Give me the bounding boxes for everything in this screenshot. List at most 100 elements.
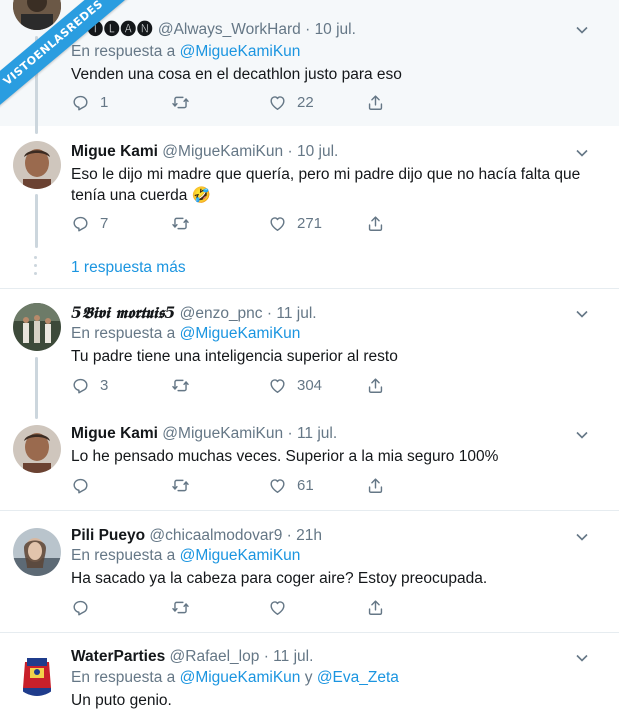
- reply-context: En respuesta a @MigueKamiKun y @Eva_Zeta: [71, 668, 399, 688]
- share-button[interactable]: [366, 91, 385, 113]
- tweet-text: Tu padre tiene una inteligencia superior…: [71, 348, 398, 365]
- reply-prefix: En respuesta a: [71, 669, 176, 686]
- display-name[interactable]: Pili Pueyo: [71, 527, 145, 544]
- tweet-text: Un puto genio.: [71, 692, 172, 709]
- user-handle[interactable]: @Rafael_lop: [170, 648, 260, 665]
- user-handle[interactable]: @MigueKamiKun: [162, 425, 283, 442]
- tweet-header: 5𝕭𝖎𝖛𝖎 𝖒𝖔𝖗𝖙𝖚𝖎𝖘5 @enzo_pnc · 11 jul.: [71, 303, 317, 324]
- display-name[interactable]: WaterParties: [71, 648, 165, 665]
- reply-button[interactable]: 3: [71, 374, 108, 396]
- reply-icon: [73, 478, 88, 493]
- like-button[interactable]: [268, 596, 297, 618]
- thread-dots: [34, 256, 38, 280]
- reply-prefix: En respuesta a: [71, 547, 176, 564]
- user-handle[interactable]: @chicaalmodovar9: [149, 527, 282, 544]
- share-icon: [368, 215, 383, 231]
- avatar[interactable]: [13, 425, 61, 473]
- share-icon: [368, 94, 383, 110]
- retweet-icon: [172, 379, 189, 391]
- tweet-card[interactable]: Migue Kami @MigueKamiKun · 10 jul. Eso l…: [0, 126, 619, 288]
- avatar[interactable]: [13, 303, 61, 351]
- like-button[interactable]: 61: [268, 474, 314, 496]
- display-name[interactable]: Migue Kami: [71, 425, 158, 442]
- mention-link[interactable]: @MigueKamiKun: [180, 547, 301, 564]
- reply-button[interactable]: [71, 596, 100, 618]
- avatar[interactable]: [13, 141, 61, 189]
- show-more-replies-link[interactable]: 1 respuesta más: [71, 259, 186, 277]
- avatar[interactable]: [13, 528, 61, 576]
- tweet-actions: [71, 596, 401, 618]
- reply-context: En respuesta a @MigueKamiKun: [71, 42, 300, 62]
- retweet-button[interactable]: [171, 91, 200, 113]
- share-icon: [368, 377, 383, 393]
- tweet-header: Migue Kami @MigueKamiKun · 10 jul.: [71, 142, 338, 162]
- reply-conjunction: y: [304, 669, 313, 686]
- display-name[interactable]: 5𝕭𝖎𝖛𝖎 𝖒𝖔𝖗𝖙𝖚𝖎𝖘5: [71, 303, 175, 322]
- separator-dot: ·: [266, 305, 273, 322]
- tweet-header: Migue Kami @MigueKamiKun · 11 jul.: [71, 424, 337, 444]
- reply-button[interactable]: 7: [71, 212, 108, 234]
- retweet-button[interactable]: [171, 596, 200, 618]
- tweet-card[interactable]: 5𝕭𝖎𝖛𝖎 𝖒𝖔𝖗𝖙𝖚𝖎𝖘5 @enzo_pnc · 11 jul. En re…: [0, 289, 619, 419]
- chevron-down-icon[interactable]: [575, 23, 589, 37]
- tweet-card[interactable]: Migue Kami @MigueKamiKun · 11 jul. Lo he…: [0, 411, 619, 510]
- like-count: 271: [297, 214, 323, 232]
- user-handle[interactable]: @MigueKamiKun: [162, 143, 283, 160]
- retweet-icon: [172, 479, 189, 491]
- reply-button[interactable]: 1: [71, 91, 108, 113]
- mention-link[interactable]: @MigueKamiKun: [180, 669, 301, 686]
- reply-icon: [73, 378, 88, 393]
- like-count: 304: [297, 376, 323, 394]
- display-name[interactable]: Migue Kami: [71, 143, 158, 160]
- separator-dot: ·: [286, 527, 292, 544]
- chevron-down-icon[interactable]: [575, 146, 589, 160]
- avatar[interactable]: [13, 648, 61, 696]
- share-button[interactable]: [366, 474, 385, 496]
- like-count: 61: [297, 476, 314, 494]
- chevron-down-icon[interactable]: [575, 651, 589, 665]
- chevron-down-icon[interactable]: [575, 307, 589, 321]
- tweet-header: Pili Pueyo @chicaalmodovar9 · 21h: [71, 526, 322, 546]
- retweet-button[interactable]: [171, 212, 200, 234]
- user-handle[interactable]: @enzo_pnc: [180, 305, 263, 322]
- like-icon: [270, 378, 285, 393]
- thread-line: [35, 357, 38, 419]
- tweet-date[interactable]: 11 jul.: [273, 648, 313, 665]
- tweet-card[interactable]: Pili Pueyo @chicaalmodovar9 · 21h En res…: [0, 511, 619, 632]
- mention-link[interactable]: @MigueKamiKun: [180, 325, 301, 342]
- tweet-date[interactable]: 21h: [296, 527, 322, 544]
- separator-dot: ·: [287, 143, 293, 160]
- retweet-icon: [172, 96, 189, 108]
- like-button[interactable]: 271: [268, 212, 322, 234]
- tweet-text: Lo he pensado muchas veces. Superior a l…: [71, 448, 499, 465]
- chevron-down-icon[interactable]: [575, 530, 589, 544]
- share-icon: [368, 599, 383, 615]
- share-button[interactable]: [366, 212, 385, 234]
- reply-icon: [73, 95, 88, 110]
- tweet-date[interactable]: 11 jul.: [276, 305, 316, 322]
- retweet-button[interactable]: [171, 374, 200, 396]
- tweet-card[interactable]: WaterParties @Rafael_lop · 11 jul. En re…: [0, 633, 619, 723]
- like-count: 22: [297, 93, 314, 111]
- retweet-button[interactable]: [171, 474, 200, 496]
- share-button[interactable]: [366, 596, 385, 618]
- reply-button[interactable]: [71, 474, 100, 496]
- chevron-down-icon[interactable]: [575, 428, 589, 442]
- like-button[interactable]: 22: [268, 91, 314, 113]
- tweet-date[interactable]: 11 jul.: [297, 425, 337, 442]
- mention-link[interactable]: @MigueKamiKun: [180, 43, 301, 60]
- tweet-actions: 7 271: [71, 212, 401, 234]
- like-icon: [270, 600, 285, 615]
- reply-icon: [73, 600, 88, 615]
- share-button[interactable]: [366, 374, 385, 396]
- thread-line: [35, 194, 38, 248]
- mention-link[interactable]: @Eva_Zeta: [317, 669, 399, 686]
- tweet-date[interactable]: 10 jul.: [315, 21, 356, 38]
- like-button[interactable]: 304: [268, 374, 322, 396]
- user-handle[interactable]: @Always_WorkHard: [158, 21, 301, 38]
- tweet-date[interactable]: 10 jul.: [297, 143, 338, 160]
- reply-icon: [73, 216, 88, 231]
- retweet-icon: [172, 217, 189, 229]
- reply-context: En respuesta a @MigueKamiKun: [71, 546, 300, 566]
- separator-dot: ·: [287, 425, 293, 442]
